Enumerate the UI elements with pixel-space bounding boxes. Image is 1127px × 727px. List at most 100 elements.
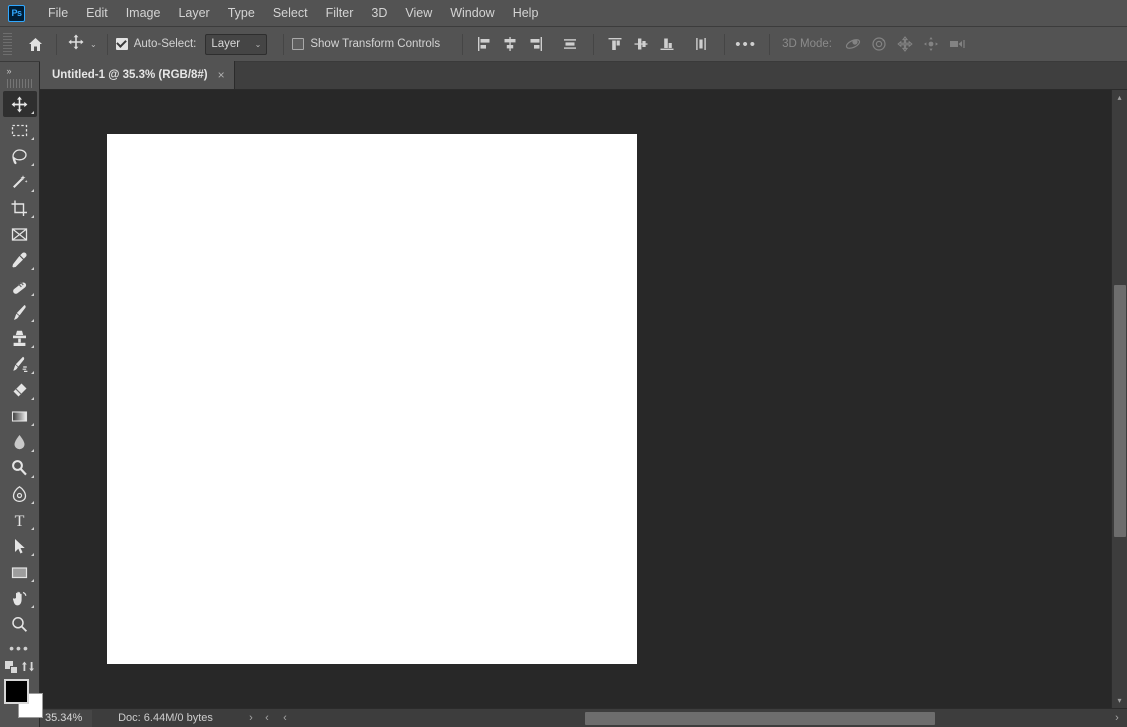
tool-frame[interactable] [3,221,37,247]
distribute-horizontally-icon[interactable] [557,32,583,56]
swap-colors-icon[interactable] [21,660,34,673]
scroll-left-icon[interactable]: ‹ [277,709,293,727]
menu-item-select[interactable]: Select [264,2,317,24]
document-tab-untitled-1[interactable]: Untitled-1 @ 35.3% (RGB/8#) × [40,61,235,89]
tool-type[interactable]: T [3,507,37,533]
auto-select-checkbox[interactable]: Auto-Select: [116,38,197,50]
tool-preset-picker[interactable]: ⌄ [65,33,99,56]
document-tab-bar: Untitled-1 @ 35.3% (RGB/8#) × [0,62,1127,90]
menu-item-image[interactable]: Image [117,2,170,24]
auto-select-scope-dropdown[interactable]: Layer ⌄ [205,34,267,55]
status-prev-icon[interactable]: ‹ [259,712,275,724]
menu-item-help[interactable]: Help [504,2,548,24]
align-top-edges-icon[interactable] [602,32,628,56]
tool-zoom[interactable] [3,611,37,637]
options-bar-grip[interactable] [3,33,12,55]
document-canvas[interactable] [107,134,637,664]
svg-text:T: T [15,513,25,530]
menu-item-view[interactable]: View [396,2,441,24]
orbit-3d-icon [840,32,866,56]
tool-history-brush[interactable] [3,351,37,377]
scroll-down-icon[interactable]: ▾ [1112,693,1127,708]
align-bottom-edges-icon[interactable] [654,32,680,56]
tool-submenu-indicator [31,449,34,452]
tool-object-selection[interactable] [3,169,37,195]
default-background-square [10,666,18,674]
scroll-up-icon[interactable]: ▴ [1112,90,1127,105]
move-tool-icon [67,33,85,56]
scroll-right-icon[interactable]: › [1109,709,1125,727]
tool-blur[interactable] [3,429,37,455]
horizontal-scrollbar-thumb[interactable] [585,712,935,725]
divider [769,34,770,55]
align-vertical-centers-icon[interactable] [628,32,654,56]
color-controls [0,659,40,721]
document-info-label: Doc: 6.44M/0 bytes [92,712,243,724]
align-left-edges-icon[interactable] [471,32,497,56]
close-icon[interactable]: × [218,69,225,81]
tool-crop[interactable] [3,195,37,221]
tool-rectangle[interactable] [3,559,37,585]
tool-dodge[interactable] [3,455,37,481]
align-horizontal-centers-icon[interactable] [497,32,523,56]
home-icon[interactable] [22,32,48,56]
tool-move[interactable] [3,91,37,117]
show-transform-controls-checkbox[interactable]: Show Transform Controls [292,38,440,50]
tool-submenu-indicator [31,293,34,296]
tool-submenu-indicator [31,527,34,530]
tool-submenu-indicator [31,215,34,218]
pan-3d-icon [892,32,918,56]
toolbar-bottom [0,659,40,727]
tool-eraser[interactable] [3,377,37,403]
slide-3d-icon [918,32,944,56]
tool-gradient[interactable] [3,403,37,429]
more-options-dots: ••• [735,37,757,52]
checkbox-box [292,38,304,50]
toolbar-grip[interactable] [7,79,33,88]
tool-submenu-indicator [31,579,34,582]
tool-submenu-indicator [31,267,34,270]
divider [593,34,594,55]
horizontal-scrollbar[interactable]: ‹ › [275,708,1127,727]
more-options-icon[interactable]: ••• [733,32,759,56]
menu-item-type[interactable]: Type [219,2,264,24]
toolbar-expand-icon[interactable]: » [1,64,39,78]
menu-item-window[interactable]: Window [441,2,503,24]
tool-lasso[interactable] [3,143,37,169]
scale-3d-icon [944,32,970,56]
canvas-workspace[interactable] [40,90,1127,708]
menu-item-file[interactable]: File [39,2,77,24]
zoom-level-input[interactable]: 35.34% [40,710,92,727]
foreground-color-swatch[interactable] [4,679,29,704]
tool-spot-healing-brush[interactable] [3,273,37,299]
tool-hand[interactable] [3,585,37,611]
tool-eyedropper[interactable] [3,247,37,273]
tool-clone-stamp[interactable] [3,325,37,351]
tool-pen[interactable] [3,481,37,507]
tool-rectangular-marquee[interactable] [3,117,37,143]
checkbox-box [116,38,128,50]
options-bar: ⌄ Auto-Select: Layer ⌄ Show Transform Co… [0,27,1127,62]
default-colors-icon[interactable] [5,661,18,674]
photoshop-logo-icon: Ps [8,5,25,22]
tool-brush[interactable] [3,299,37,325]
menu-bar: Ps File Edit Image Layer Type Select Fil… [0,0,1127,27]
divider [56,34,57,55]
menu-item-layer[interactable]: Layer [169,2,218,24]
tool-submenu-indicator [31,345,34,348]
menu-item-filter[interactable]: Filter [317,2,363,24]
status-expand-icon[interactable]: › [243,712,259,724]
divider [724,34,725,55]
menu-item-3d[interactable]: 3D [362,2,396,24]
tool-path-selection[interactable] [3,533,37,559]
align-right-edges-icon[interactable] [523,32,549,56]
document-tab-title: Untitled-1 @ 35.3% (RGB/8#) [52,69,208,81]
vertical-scrollbar[interactable]: ▴ ▾ [1111,90,1127,708]
tool-submenu-indicator [31,605,34,608]
roll-3d-icon [866,32,892,56]
vertical-scrollbar-thumb[interactable] [1114,285,1126,537]
menu-item-edit[interactable]: Edit [77,2,117,24]
distribute-vertically-icon[interactable] [688,32,714,56]
edit-toolbar-icon[interactable]: ••• [3,637,37,659]
dropdown-value: Layer [211,38,240,50]
